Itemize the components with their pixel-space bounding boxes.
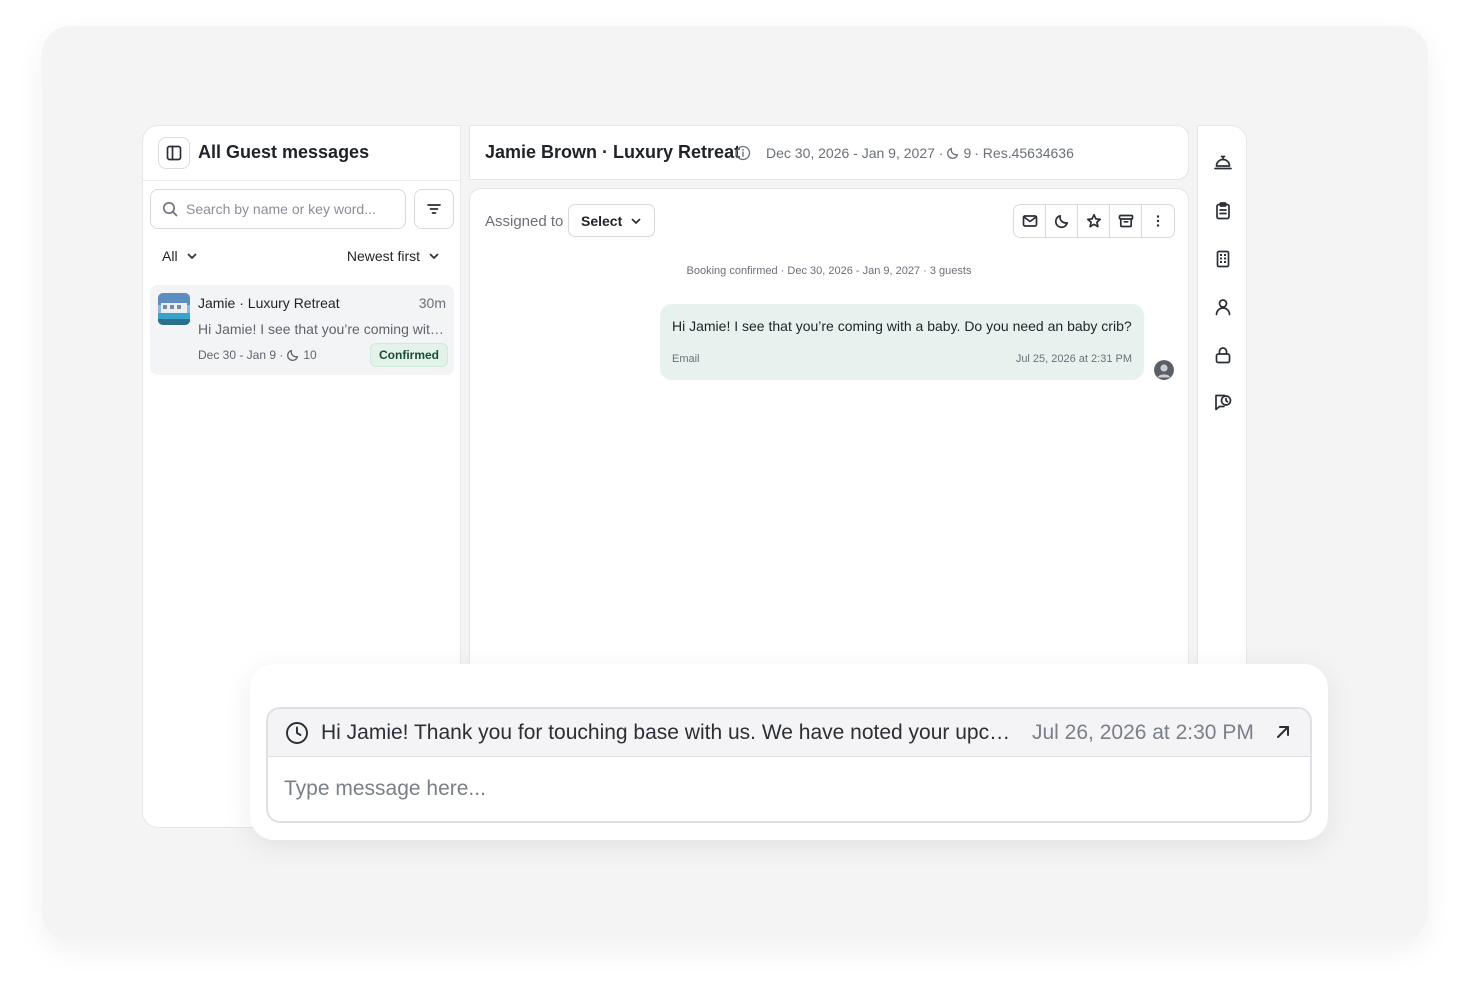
message-clock-icon xyxy=(1213,392,1233,412)
reservation-meta: Dec 30, 2026 - Jan 9, 2027 · 9 · Res.456… xyxy=(766,145,1074,161)
conversation-item[interactable]: Jamie · Luxury Retreat 30m Hi Jamie! I s… xyxy=(150,285,454,375)
booking-system-message: Booking confirmed · Dec 30, 2026 - Jan 9… xyxy=(686,265,972,277)
reservation-dates: Dec 30, 2026 - Jan 9, 2027 · xyxy=(766,145,944,161)
rail-scheduled-messages-button[interactable] xyxy=(1211,390,1235,414)
rail-access-button[interactable] xyxy=(1211,343,1235,367)
details-rail xyxy=(1197,125,1247,665)
conversation-preview: Hi Jamie! I see that you’re coming with … xyxy=(198,321,444,337)
conversation-dates: Dec 30 - Jan 9 · xyxy=(198,348,284,362)
message-bubble: Hi Jamie! I see that you’re coming with … xyxy=(660,304,1144,380)
scheduled-message-bar[interactable]: Hi Jamie! Thank you for touching base wi… xyxy=(268,709,1310,757)
sort-label: Newest first xyxy=(346,248,420,264)
mail-icon xyxy=(1022,213,1038,229)
message-composer: Hi Jamie! Thank you for touching base wi… xyxy=(250,664,1328,840)
assignee-select[interactable]: Select xyxy=(568,204,656,237)
snooze-button[interactable] xyxy=(1046,205,1078,237)
sidebar-toggle-icon xyxy=(166,145,182,161)
property-thumbnail xyxy=(158,293,190,325)
rail-property-button[interactable] xyxy=(1211,247,1235,271)
user-icon xyxy=(1213,297,1233,317)
message-input[interactable] xyxy=(284,777,1284,801)
archive-icon xyxy=(1118,213,1134,229)
message-channel: Email xyxy=(672,353,700,365)
chevron-down-icon xyxy=(186,250,198,262)
rail-tasks-button[interactable] xyxy=(1211,199,1235,223)
message-timestamp: Jul 25, 2026 at 2:31 PM xyxy=(1015,353,1132,365)
arrow-up-right-icon[interactable] xyxy=(1274,723,1292,741)
status-filter-dropdown[interactable]: All xyxy=(162,248,198,264)
rail-concierge-button[interactable] xyxy=(1211,150,1235,174)
conversation-nights: 10 xyxy=(303,348,317,362)
thread-actions-toolbar xyxy=(1013,204,1175,238)
message-text: Hi Jamie! I see that you’re coming with … xyxy=(672,318,1132,334)
mark-unread-button[interactable] xyxy=(1014,205,1046,237)
sort-dropdown[interactable]: Newest first xyxy=(347,248,440,264)
scheduled-message-text: Hi Jamie! Thank you for touching base wi… xyxy=(321,721,1016,744)
composer-box: Hi Jamie! Thank you for touching base wi… xyxy=(266,707,1312,823)
reservation-nights: 9 xyxy=(963,145,972,161)
reservation-id: · Res.45634636 xyxy=(974,145,1074,161)
archive-button[interactable] xyxy=(1110,205,1142,237)
conversation-time: 30m xyxy=(418,295,446,311)
conversation-title: Jamie · Luxury Retreat xyxy=(198,295,340,311)
conversation-list-title: All Guest messages xyxy=(198,142,370,162)
more-options-button[interactable] xyxy=(1142,205,1174,237)
assignee-select-value: Select xyxy=(581,212,623,229)
building-icon xyxy=(1213,249,1233,269)
search-input[interactable] xyxy=(186,201,386,217)
moon-icon xyxy=(286,348,300,362)
message-thread-panel: Assigned to Select Booking confirmed · D… xyxy=(469,188,1189,688)
star-button[interactable] xyxy=(1078,205,1110,237)
avatar xyxy=(1154,360,1174,380)
info-icon[interactable] xyxy=(735,145,751,161)
reservation-header: Jamie Brown · Luxury Retreat Dec 30, 202… xyxy=(469,125,1189,180)
sidebar-toggle-button[interactable] xyxy=(158,137,190,169)
status-badge: Confirmed xyxy=(370,343,448,367)
search-icon xyxy=(162,201,178,217)
conversation-list-header: All Guest messages xyxy=(143,126,460,181)
filter-button[interactable] xyxy=(414,189,454,229)
status-filter-label: All xyxy=(162,248,178,264)
more-vertical-icon xyxy=(1150,213,1166,229)
filter-icon xyxy=(426,201,442,217)
search-box[interactable] xyxy=(150,189,406,229)
clipboard-icon xyxy=(1213,201,1233,221)
lock-icon xyxy=(1213,345,1233,365)
star-icon xyxy=(1086,213,1102,229)
rail-guest-button[interactable] xyxy=(1211,295,1235,319)
concierge-bell-icon xyxy=(1213,152,1233,172)
chevron-down-icon xyxy=(630,215,642,227)
assigned-to-label: Assigned to xyxy=(485,213,564,230)
clock-icon xyxy=(285,721,309,745)
conversation-meta: Dec 30 - Jan 9 · 10 xyxy=(198,348,317,362)
chevron-down-icon xyxy=(428,250,440,262)
reservation-title: Jamie Brown · Luxury Retreat xyxy=(485,142,741,162)
moon-icon xyxy=(1054,213,1070,229)
scheduled-message-time: Jul 26, 2026 at 2:30 PM xyxy=(1032,721,1254,744)
moon-icon xyxy=(946,146,960,160)
